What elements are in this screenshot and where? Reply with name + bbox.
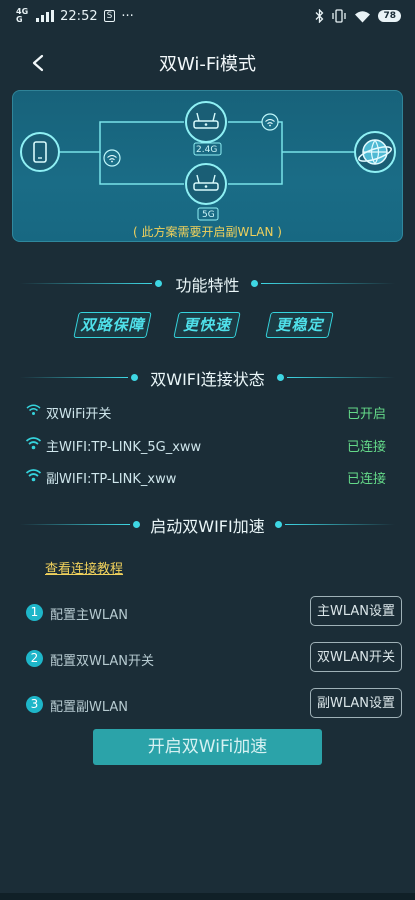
vibrate-icon	[332, 9, 347, 23]
acceleration-section-header: 启动双WIFI加速	[0, 513, 415, 537]
phone-device	[20, 132, 60, 172]
app-header: 双Wi-Fi模式	[0, 40, 415, 84]
dual-wifi-diagram: 2.4G 5G ( 此方案需要开启副WLAN )	[12, 90, 403, 242]
step-text: 配置副WLAN	[50, 700, 129, 715]
step-text: 配置主WLAN	[50, 608, 129, 623]
main-wlan-settings-button[interactable]: 主WLAN设置	[309, 596, 402, 626]
navigation-bar	[0, 893, 415, 900]
divider-dot	[275, 521, 282, 528]
step-number: 2	[26, 650, 43, 667]
status-bar-right: 78	[315, 9, 401, 23]
enable-dual-wifi-button[interactable]: 开启双WiFi加速	[93, 729, 322, 765]
notification-badge: S	[103, 10, 116, 22]
feature-badge: 更稳定	[265, 312, 334, 338]
status-row-secondary-wifi: 副WIFI:TP-LINK_xww 已连接	[26, 467, 386, 487]
status-bar: 4G G 22:52 S ··· 78	[0, 0, 415, 32]
step-number: 3	[26, 696, 43, 713]
divider-right	[261, 283, 395, 284]
status-value: 已连接	[346, 472, 386, 487]
battery-indicator: 78	[378, 10, 401, 22]
acceleration-title: 启动双WIFI加速	[150, 517, 265, 536]
signal-bars-icon	[36, 10, 55, 22]
status-label: 双WiFi开关	[46, 407, 112, 422]
status-row-dual-wifi: 双WiFi开关 已开启	[26, 402, 386, 422]
wifi-status-icon	[355, 10, 371, 22]
more-notifications-icon: ···	[121, 8, 134, 24]
band-label-5g: 5G	[202, 210, 215, 220]
divider-dot	[277, 374, 284, 381]
step-configure-main-wlan: 1 配置主WLAN 主WLAN设置	[26, 596, 402, 630]
dual-wlan-switch-button[interactable]: 双WLAN开关	[309, 642, 402, 672]
network-subtype: G	[16, 15, 23, 24]
features-section-header: 功能特性	[0, 272, 415, 296]
step-configure-secondary-wlan: 3 配置副WLAN 副WLAN设置	[26, 688, 402, 722]
connection-section-header: 双WIFI连接状态	[0, 366, 415, 390]
feature-badge: 更快速	[173, 312, 241, 338]
diagram-note: ( 此方案需要开启副WLAN )	[132, 225, 282, 239]
network-indicator: 4G G	[16, 8, 28, 24]
tutorial-link[interactable]: 查看连接教程	[45, 558, 123, 577]
status-row-main-wifi: 主WIFI:TP-LINK_5G_xww 已连接	[26, 435, 386, 455]
divider-dot	[251, 280, 258, 287]
features-title: 功能特性	[175, 276, 240, 295]
step-number: 1	[26, 604, 43, 621]
step-configure-dual-wlan: 2 配置双WLAN开关 双WLAN开关	[26, 642, 402, 676]
connection-title: 双WIFI连接状态	[150, 370, 265, 389]
feature-label: 更稳定	[275, 316, 324, 334]
status-bar-left: 4G G 22:52 S ···	[16, 8, 134, 24]
status-value: 已开启	[346, 407, 386, 422]
feature-badge: 双路保障	[73, 312, 152, 338]
secondary-wlan-settings-button[interactable]: 副WLAN设置	[309, 688, 402, 718]
wifi-outline-icon	[26, 404, 41, 415]
divider-right	[285, 524, 395, 525]
status-value: 已连接	[346, 440, 386, 455]
bluetooth-icon	[316, 9, 324, 23]
wifi-icon	[26, 437, 41, 450]
page-title: 双Wi-Fi模式	[159, 54, 256, 75]
feature-label: 双路保障	[80, 316, 145, 334]
step-text: 配置双WLAN开关	[50, 654, 155, 669]
wifi-icon	[26, 469, 41, 482]
status-label: 副WIFI:TP-LINK_xww	[46, 472, 177, 487]
divider-right	[287, 377, 395, 378]
feature-badges: 双路保障 更快速 更稳定	[0, 312, 415, 338]
band-label-2g: 2.4G	[196, 145, 218, 155]
status-time: 22:52	[60, 8, 98, 24]
status-label: 主WIFI:TP-LINK_5G_xww	[46, 440, 202, 455]
feature-label: 更快速	[182, 316, 231, 334]
